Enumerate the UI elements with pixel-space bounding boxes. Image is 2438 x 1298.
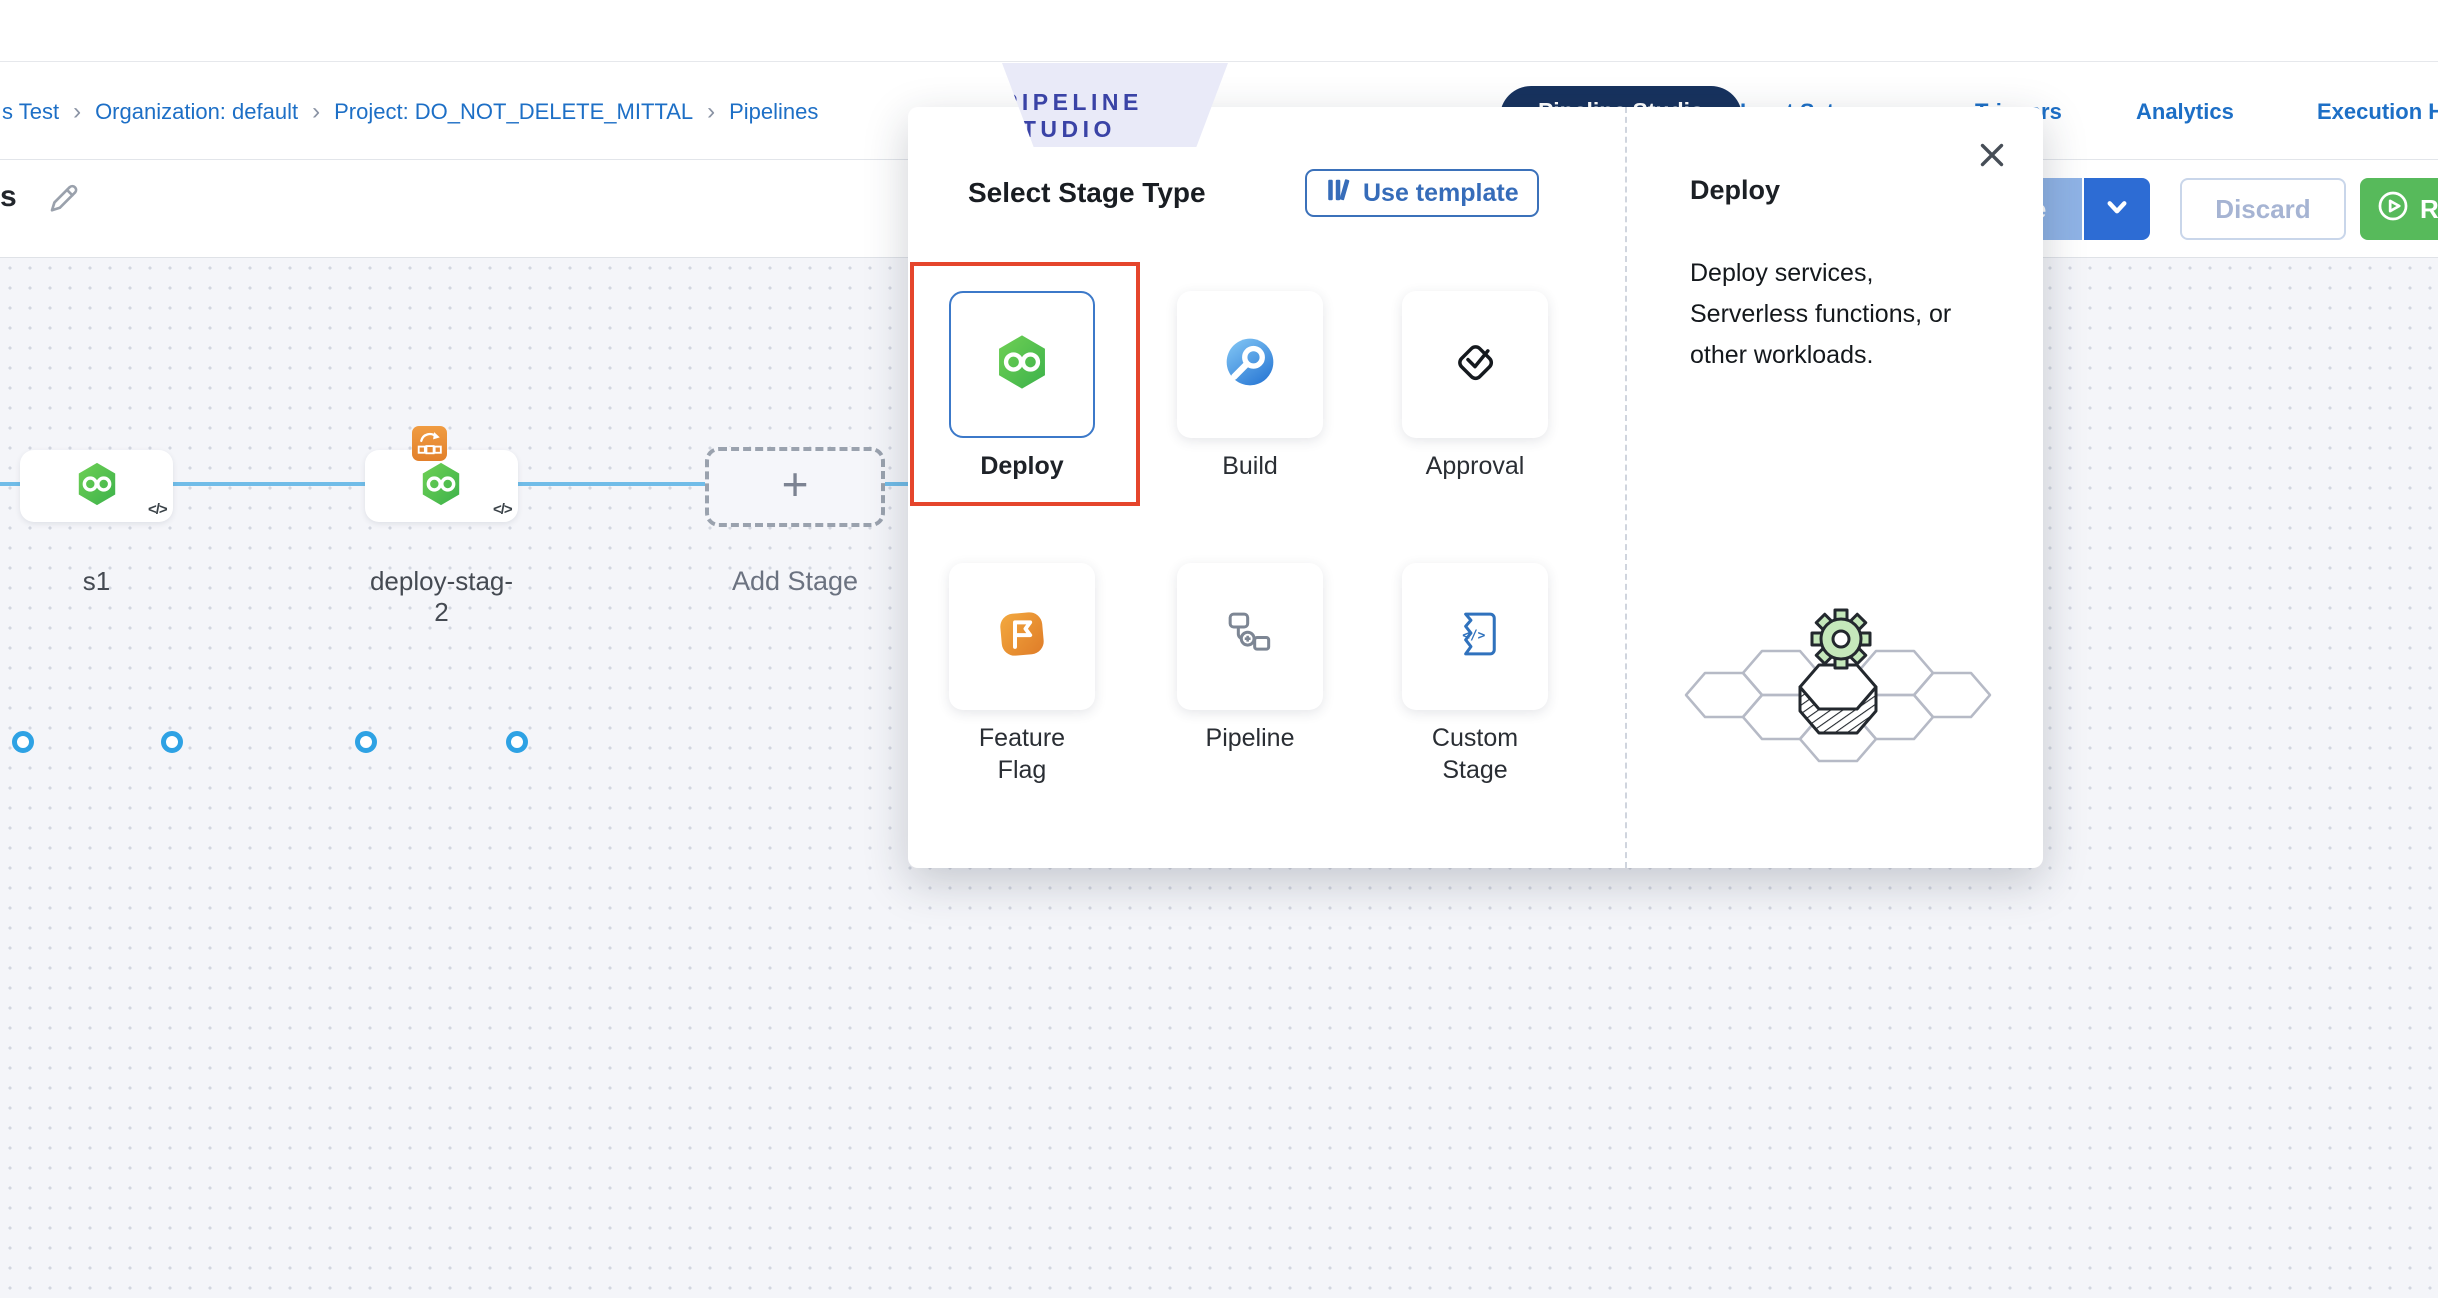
stage-type-label: Build	[1192, 450, 1308, 482]
plus-icon: +	[782, 461, 809, 507]
template-library-icon	[1325, 176, 1353, 211]
stage-type-card-custom-stage[interactable]: </>	[1402, 563, 1548, 710]
use-template-label: Use template	[1363, 179, 1519, 208]
stage-type-pipeline[interactable]: Pipeline	[1160, 563, 1340, 754]
edit-pencil-icon[interactable]	[42, 178, 82, 218]
top-bar	[0, 0, 2438, 62]
stage-type-approval[interactable]: Approval	[1385, 291, 1565, 482]
build-ci-icon	[1222, 334, 1278, 395]
approval-check-icon	[1447, 334, 1503, 395]
breadcrumb-separator: ›	[312, 98, 320, 126]
play-circle-icon	[2376, 189, 2410, 230]
breadcrumb-project[interactable]: Project: DO_NOT_DELETE_MITTAL	[334, 99, 693, 125]
modal-title: Select Stage Type	[968, 177, 1206, 209]
modal-divider	[1625, 107, 1627, 868]
svg-text:</>: </>	[1462, 628, 1485, 643]
stage-type-card-pipeline[interactable]	[1177, 563, 1323, 710]
chained-pipeline-icon	[1222, 606, 1278, 667]
tab-analytics[interactable]: Analytics	[2136, 99, 2234, 125]
rollout-strategy-icon	[412, 426, 447, 461]
pipeline-studio-screen: s Test › Organization: default › Project…	[0, 0, 2438, 1298]
chevron-down-icon	[2100, 190, 2134, 229]
yaml-code-icon[interactable]: </>	[493, 501, 512, 518]
breadcrumb-account[interactable]: s Test	[2, 99, 59, 125]
breadcrumb-separator: ›	[707, 98, 715, 126]
stage-type-build[interactable]: Build	[1160, 291, 1340, 482]
stage-type-label: Feature Flag	[964, 722, 1080, 786]
stage-info-description: Deploy services, Serverless functions, o…	[1690, 253, 1975, 376]
tab-execution-history[interactable]: Execution History	[2317, 99, 2438, 125]
breadcrumb-separator: ›	[73, 98, 81, 126]
stage-type-label: Pipeline	[1192, 722, 1308, 754]
run-button-label: Run	[2420, 194, 2438, 225]
custom-stage-code-icon: </>	[1447, 606, 1503, 667]
save-options-caret[interactable]	[2084, 178, 2150, 240]
stage-type-label: Custom Stage	[1417, 722, 1533, 786]
stage-type-card-build[interactable]	[1177, 291, 1323, 438]
node-port	[12, 731, 34, 753]
stage-type-custom-stage[interactable]: </> Custom Stage	[1385, 563, 1565, 786]
breadcrumb-pipelines[interactable]: Pipelines	[729, 99, 818, 125]
add-stage-label: Add Stage	[705, 566, 885, 597]
breadcrumb: s Test › Organization: default › Project…	[2, 98, 818, 126]
deploy-hexagon-icon	[993, 333, 1051, 396]
deploy-illustration	[1678, 577, 1998, 772]
cd-stage-icon	[74, 461, 120, 507]
pipeline-studio-tag: PIPELINE STUDIO	[1002, 63, 1228, 147]
stage-type-card-feature-flag[interactable]	[949, 563, 1095, 710]
stage-info-title: Deploy	[1690, 175, 1780, 206]
stage-type-deploy[interactable]: Deploy	[932, 291, 1112, 482]
discard-button[interactable]: Discard	[2180, 178, 2346, 240]
stage-label-deploy-stag-2[interactable]: deploy-stag-2	[365, 566, 518, 628]
feature-flag-icon	[994, 606, 1050, 667]
stage-type-card-deploy[interactable]	[949, 291, 1095, 438]
pipeline-name-fragment: s	[0, 180, 17, 214]
yaml-code-icon[interactable]: </>	[148, 501, 167, 518]
add-stage-button[interactable]: +	[705, 447, 885, 527]
stage-type-card-approval[interactable]	[1402, 291, 1548, 438]
stage-type-label: Deploy	[964, 450, 1080, 482]
use-template-button[interactable]: Use template	[1305, 169, 1539, 217]
breadcrumb-organization[interactable]: Organization: default	[95, 99, 298, 125]
run-button[interactable]: Run	[2360, 178, 2438, 240]
select-stage-type-modal: Select Stage Type Use template D	[908, 107, 2043, 868]
stage-label-s1[interactable]: s1	[20, 566, 173, 597]
stage-type-label: Approval	[1417, 450, 1533, 482]
node-port	[355, 731, 377, 753]
cd-stage-icon	[418, 461, 464, 507]
stage-type-feature-flag[interactable]: Feature Flag	[932, 563, 1112, 786]
node-port	[161, 731, 183, 753]
node-port	[506, 731, 528, 753]
close-icon[interactable]	[1970, 133, 2014, 177]
